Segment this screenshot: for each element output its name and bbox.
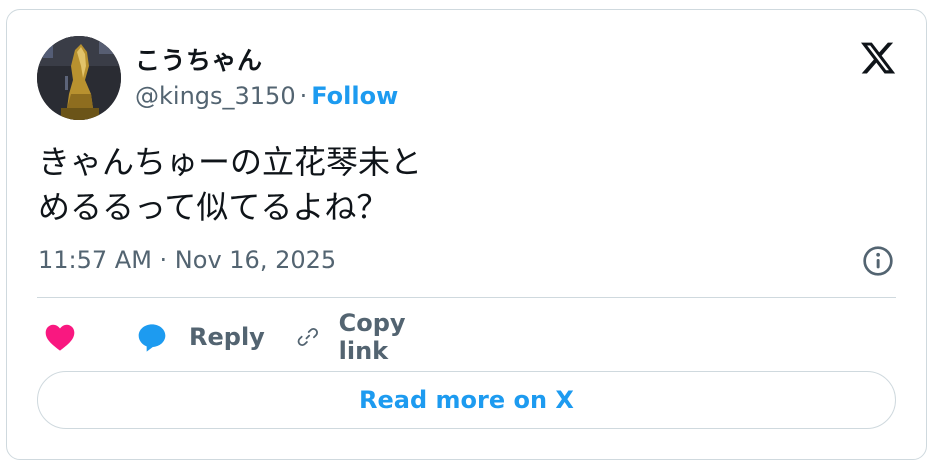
x-logo-icon[interactable] — [858, 39, 898, 77]
read-more-label: Read more on X — [359, 386, 574, 414]
display-name[interactable]: こうちゃん — [135, 41, 263, 77]
info-icon[interactable] — [862, 245, 894, 277]
user-handle[interactable]: @kings_3150 — [135, 82, 296, 110]
avatar[interactable] — [37, 36, 121, 120]
divider — [37, 297, 896, 298]
tweet-text: きゃんちゅーの立花琴未と めるるって似てるよね？ — [38, 140, 738, 230]
copy-link-button[interactable]: Copy link — [297, 309, 418, 365]
tweet-text-line: めるるって似てるよね？ — [38, 188, 389, 226]
reply-label: Reply — [189, 323, 265, 351]
speech-bubble-icon — [138, 324, 166, 352]
heart-icon — [45, 324, 75, 351]
reply-button[interactable]: Reply — [135, 314, 265, 360]
avatar-image — [37, 36, 121, 120]
follow-button[interactable]: Follow — [311, 82, 398, 110]
link-icon — [297, 328, 318, 346]
tweet-text-line: きゃんちゅーの立花琴未と — [38, 143, 423, 181]
separator-dot: · — [299, 82, 308, 110]
read-more-button[interactable]: Read more on X — [37, 371, 896, 429]
timestamp[interactable]: 11:57 AM · Nov 16, 2025 — [38, 246, 336, 274]
copy-link-label: Copy link — [338, 309, 406, 365]
handle-row: @kings_3150 · Follow — [135, 82, 398, 110]
embedded-tweet-card: こうちゃん @kings_3150 · Follow きゃんちゅーの立花琴未と める… — [6, 9, 927, 460]
like-button[interactable] — [43, 314, 77, 360]
